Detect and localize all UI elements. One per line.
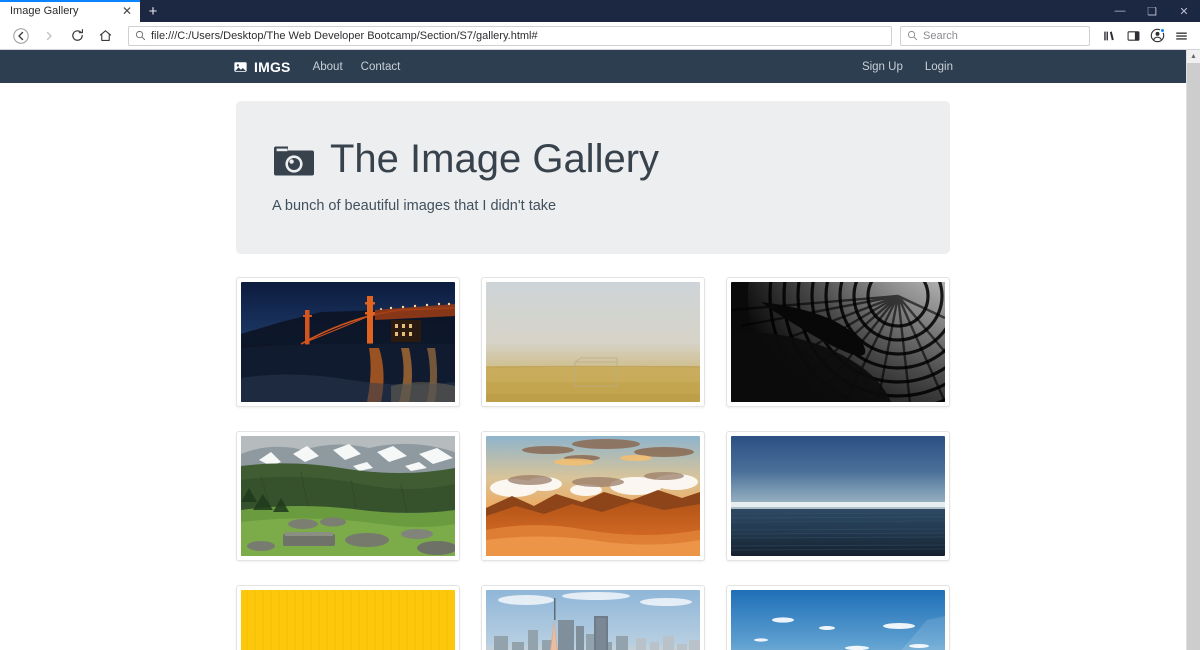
scrollbar-thumb[interactable] (1186, 63, 1200, 650)
library-icon[interactable] (1098, 24, 1120, 48)
thumbnail-hazy-mountains[interactable] (731, 590, 945, 650)
scroll-up-arrow-icon[interactable]: ▲ (1190, 50, 1197, 63)
nav-link-login[interactable]: Login (925, 61, 953, 73)
gallery-card[interactable] (481, 585, 705, 650)
nav-link-contact[interactable]: Contact (361, 61, 401, 73)
window-controls: — ❑ ✕ (1104, 0, 1200, 22)
image-grid (236, 277, 950, 650)
browser-tab-image-gallery[interactable]: Image Gallery ✕ (0, 0, 140, 22)
browser-toolbar: file:///C:/Users/Desktop/The Web Develop… (0, 22, 1200, 50)
close-icon[interactable]: ✕ (120, 4, 134, 18)
gallery-card[interactable] (236, 277, 460, 407)
sidebar-icon[interactable] (1122, 24, 1144, 48)
nav-link-about[interactable]: About (313, 61, 343, 73)
address-bar[interactable]: file:///C:/Users/Desktop/The Web Develop… (128, 25, 892, 46)
thumbnail-city-skyline[interactable] (486, 590, 700, 650)
nav-links: About Contact (313, 61, 401, 73)
gallery-card[interactable] (481, 277, 705, 407)
search-input[interactable]: Search (900, 25, 1090, 46)
page-title: The Image Gallery (272, 139, 914, 179)
minimize-icon[interactable]: — (1104, 0, 1136, 22)
thumbnail-black-white-spiral[interactable] (731, 282, 945, 402)
menu-icon[interactable] (1170, 24, 1192, 48)
plus-icon[interactable]: + (140, 0, 166, 22)
tab-strip: Image Gallery ✕ + — ❑ ✕ (0, 0, 1200, 22)
brand-label: IMGS (254, 58, 291, 75)
restore-icon[interactable]: ❑ (1136, 0, 1168, 22)
thumbnail-ocean-horizon[interactable] (731, 436, 945, 556)
close-window-icon[interactable]: ✕ (1168, 0, 1200, 22)
address-bar-text: file:///C:/Users/Desktop/The Web Develop… (151, 29, 538, 42)
gallery-card[interactable] (481, 431, 705, 561)
account-badge (1160, 27, 1165, 33)
nav-link-signup[interactable]: Sign Up (862, 61, 903, 73)
page-subtitle: A bunch of beautiful images that I didn'… (272, 198, 557, 214)
page-scrollbar[interactable]: ▲ (1186, 50, 1200, 650)
image-icon (234, 61, 247, 72)
gallery-card[interactable] (236, 431, 460, 561)
thumbnail-golden-gate-bridge[interactable] (241, 282, 455, 402)
gallery-card[interactable] (236, 585, 460, 650)
brand-logo[interactable]: IMGS (233, 59, 291, 75)
thumbnail-orange-sunset-mountains[interactable] (486, 436, 700, 556)
tab-title: Image Gallery (10, 5, 79, 17)
search-icon (907, 30, 918, 41)
gallery-card[interactable] (726, 277, 950, 407)
jumbotron: The Image Gallery A bunch of beautiful i… (236, 101, 950, 254)
gallery-card[interactable] (726, 585, 950, 650)
thumbnail-yellow-wall[interactable] (241, 590, 455, 650)
browser-toolbar-icons (1098, 24, 1192, 48)
page-container: The Image Gallery A bunch of beautiful i… (236, 83, 950, 650)
camera-icon (274, 146, 314, 176)
browser-window: Image Gallery ✕ + — ❑ ✕ file:///C:/Users… (0, 0, 1200, 650)
thumbnail-foggy-field-goal[interactable] (486, 282, 700, 402)
arrow-left-icon[interactable] (8, 24, 34, 48)
page-viewport: IMGS About Contact Sign Up Login The Ima… (0, 50, 1200, 650)
gallery-card[interactable] (726, 431, 950, 561)
web-page: IMGS About Contact Sign Up Login The Ima… (0, 50, 1186, 650)
account-icon[interactable] (1146, 24, 1168, 48)
thumbnail-alpine-meadow[interactable] (241, 436, 455, 556)
page-title-text: The Image Gallery (330, 137, 660, 181)
arrow-right-icon[interactable] (36, 24, 62, 48)
nav-auth-links: Sign Up Login (862, 61, 953, 73)
site-navbar: IMGS About Contact Sign Up Login (0, 50, 1186, 83)
search-placeholder: Search (923, 29, 958, 42)
tab-active-indicator (0, 0, 140, 2)
home-icon[interactable] (92, 24, 118, 48)
search-icon (135, 30, 146, 41)
reload-icon[interactable] (64, 24, 90, 48)
